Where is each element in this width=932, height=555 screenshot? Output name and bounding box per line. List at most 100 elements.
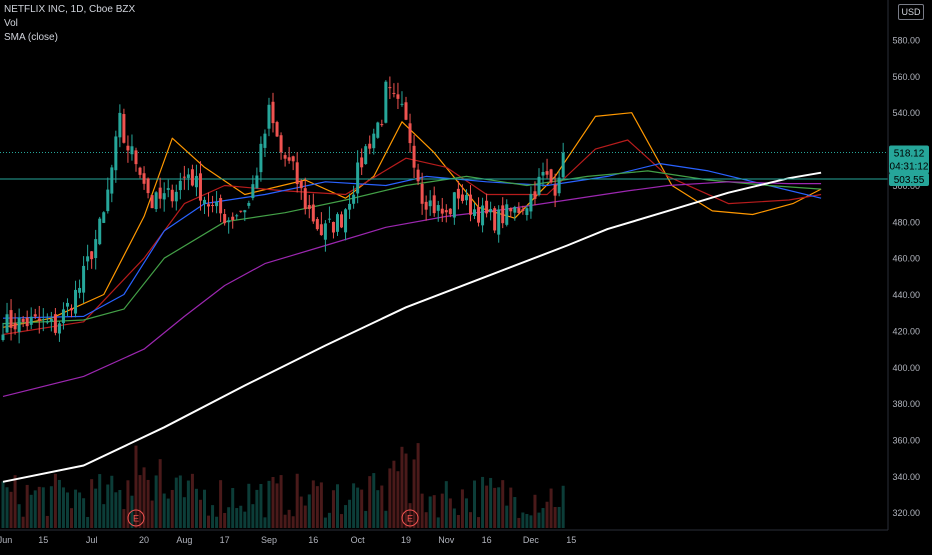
candle[interactable]: [203, 196, 206, 214]
candle[interactable]: [295, 152, 299, 193]
candle[interactable]: [481, 197, 485, 233]
candle[interactable]: [211, 195, 215, 213]
candle[interactable]: [174, 184, 178, 211]
candle[interactable]: [303, 177, 307, 215]
candle[interactable]: [283, 152, 287, 167]
candle[interactable]: [557, 170, 561, 197]
candle[interactable]: [126, 135, 130, 163]
candle[interactable]: [287, 146, 291, 164]
candle[interactable]: [380, 119, 384, 127]
candle[interactable]: [9, 299, 13, 341]
candle[interactable]: [440, 197, 444, 222]
candle[interactable]: [319, 212, 323, 236]
candle[interactable]: [384, 80, 388, 124]
candle[interactable]: [53, 307, 57, 336]
candle[interactable]: [549, 168, 553, 184]
candlesticks[interactable]: [1, 76, 565, 344]
candle[interactable]: [5, 302, 9, 333]
candle[interactable]: [13, 313, 17, 335]
candle[interactable]: [17, 308, 21, 344]
candle[interactable]: [78, 279, 82, 299]
candle[interactable]: [102, 211, 106, 224]
candle[interactable]: [86, 244, 90, 271]
candle[interactable]: [178, 172, 182, 200]
candle[interactable]: [158, 177, 162, 209]
candle[interactable]: [130, 134, 134, 161]
chart-stage[interactable]: E E 320.00 340.00 360.00 380.00 400.00 420.00 4…: [0, 0, 932, 550]
candle[interactable]: [1, 322, 5, 342]
candle[interactable]: [65, 298, 69, 317]
candle[interactable]: [493, 206, 497, 234]
candle[interactable]: [307, 195, 311, 219]
candle[interactable]: [376, 121, 380, 139]
candle[interactable]: [489, 201, 493, 221]
time-axis[interactable]: Jun 15 Jul 20 Aug 17 Sep 16 Oct 19 Nov 16 Dec 15: [0, 535, 576, 545]
candle[interactable]: [247, 200, 251, 209]
candle[interactable]: [198, 161, 202, 211]
candle[interactable]: [340, 211, 344, 229]
candle[interactable]: [215, 191, 219, 214]
candle[interactable]: [444, 204, 448, 223]
candle[interactable]: [154, 191, 158, 213]
candle[interactable]: [331, 221, 335, 239]
candle[interactable]: [235, 213, 239, 220]
candle[interactable]: [501, 197, 505, 229]
candle[interactable]: [255, 167, 259, 189]
candle[interactable]: [517, 202, 521, 215]
candle[interactable]: [182, 165, 186, 190]
candle[interactable]: [98, 216, 102, 246]
candle[interactable]: [94, 229, 98, 270]
candle[interactable]: [170, 184, 174, 208]
candle[interactable]: [110, 164, 114, 203]
candle[interactable]: [509, 207, 513, 218]
candle[interactable]: [416, 163, 420, 186]
candle[interactable]: [190, 164, 194, 187]
candle[interactable]: [497, 205, 501, 243]
candle[interactable]: [473, 202, 477, 220]
candle[interactable]: [114, 130, 118, 183]
candle[interactable]: [29, 307, 33, 330]
candle[interactable]: [408, 113, 412, 153]
candle[interactable]: [368, 135, 372, 155]
candle[interactable]: [267, 97, 271, 137]
candle[interactable]: [263, 129, 267, 158]
candle[interactable]: [166, 179, 170, 198]
candle[interactable]: [106, 177, 110, 214]
candle[interactable]: [291, 155, 295, 171]
candle[interactable]: [400, 91, 404, 107]
candle[interactable]: [223, 209, 227, 226]
candle[interactable]: [372, 128, 376, 155]
candle[interactable]: [25, 310, 29, 331]
candle[interactable]: [142, 166, 146, 190]
candle[interactable]: [194, 164, 198, 197]
candle[interactable]: [344, 208, 348, 241]
candle[interactable]: [134, 147, 138, 172]
candle[interactable]: [70, 304, 74, 318]
candle[interactable]: [436, 200, 440, 222]
candle[interactable]: [138, 166, 142, 179]
candle[interactable]: [207, 192, 211, 217]
candle[interactable]: [227, 217, 231, 234]
candle[interactable]: [239, 210, 243, 213]
candle[interactable]: [150, 195, 154, 209]
candle[interactable]: [537, 168, 541, 197]
candle[interactable]: [311, 193, 315, 224]
candle[interactable]: [275, 120, 279, 138]
candle[interactable]: [271, 92, 275, 133]
candle[interactable]: [122, 108, 126, 144]
candle[interactable]: [545, 158, 549, 179]
candle[interactable]: [424, 195, 428, 221]
candle[interactable]: [485, 193, 489, 218]
candle[interactable]: [505, 199, 509, 227]
volume-indicator-label[interactable]: Vol: [4, 17, 135, 31]
candle[interactable]: [477, 197, 481, 227]
candle[interactable]: [335, 212, 339, 236]
candle[interactable]: [356, 150, 360, 204]
candle[interactable]: [404, 96, 408, 121]
candle[interactable]: [561, 142, 565, 180]
candle[interactable]: [146, 177, 150, 199]
candle[interactable]: [396, 82, 400, 110]
currency-badge[interactable]: USD: [898, 4, 924, 20]
candle[interactable]: [299, 179, 303, 200]
candle[interactable]: [452, 191, 456, 225]
